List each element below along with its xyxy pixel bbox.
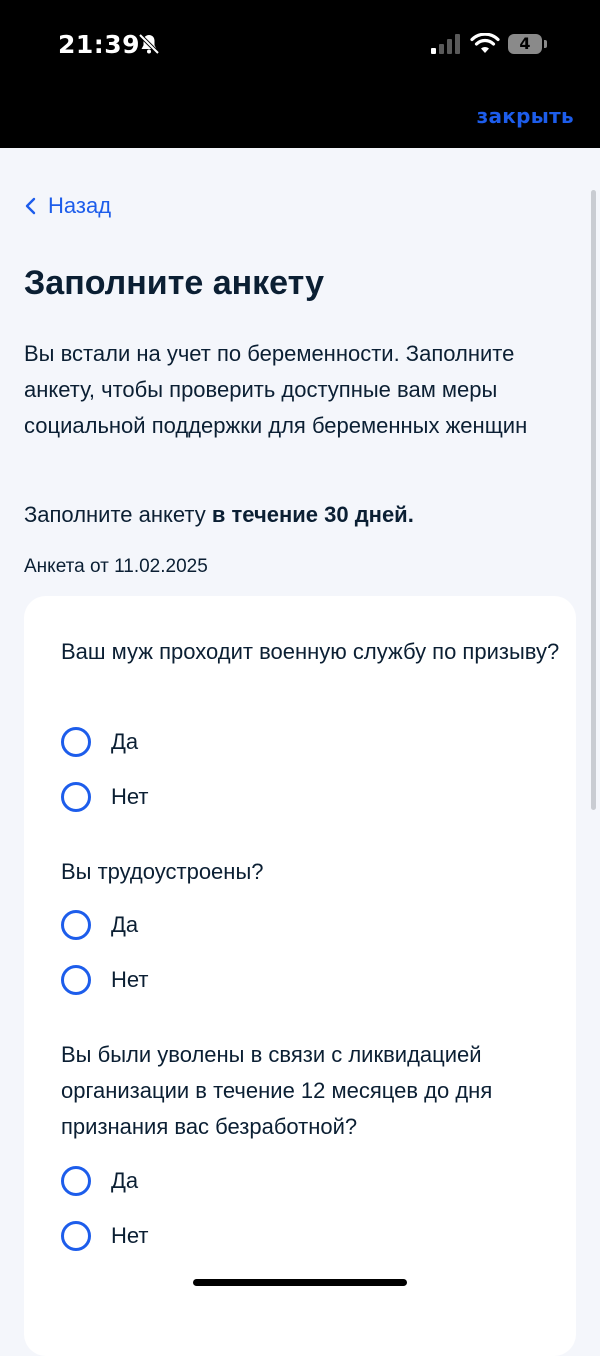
option-label: Нет xyxy=(111,1223,149,1248)
deadline-note: Заполните анкету в течение 30 дней. xyxy=(24,502,414,528)
question-3-option-yes[interactable]: Да xyxy=(61,1166,138,1196)
page-title: Заполните анкету xyxy=(24,264,325,302)
question-1: Ваш муж проходит военную службу по призы… xyxy=(61,639,560,664)
status-bar: 21:39 4 закрыть xyxy=(0,0,600,148)
scrollbar[interactable] xyxy=(591,190,596,810)
option-label: Да xyxy=(111,912,139,937)
question-1-option-yes[interactable]: Да xyxy=(61,727,138,757)
wifi-icon xyxy=(470,33,500,53)
question-3-option-no[interactable]: Нет xyxy=(61,1221,148,1251)
radio-button[interactable] xyxy=(61,965,91,995)
option-label: Да xyxy=(111,729,139,754)
question-2-option-yes[interactable]: Да xyxy=(61,910,138,940)
question-1-option-no[interactable]: Нет xyxy=(61,782,148,812)
back-label: Назад xyxy=(48,193,112,218)
form-date: Анкета от 11.02.2025 xyxy=(24,556,208,577)
battery-tip xyxy=(544,40,547,48)
bell-slash-icon xyxy=(138,33,160,55)
question-3: Вы были уволены в связи с ликвидацией ор… xyxy=(61,1042,493,1139)
radio-button[interactable] xyxy=(61,782,91,812)
home-indicator[interactable] xyxy=(193,1279,407,1286)
chevron-left-icon xyxy=(25,197,36,215)
radio-button[interactable] xyxy=(61,1166,91,1196)
option-label: Нет xyxy=(111,967,149,992)
back-button[interactable]: Назад xyxy=(24,193,111,219)
status-time: 21:39 xyxy=(58,30,141,59)
radio-button[interactable] xyxy=(61,910,91,940)
close-button[interactable]: закрыть xyxy=(477,104,574,128)
deadline-bold: в течение 30 дней. xyxy=(211,502,414,527)
signal-icon xyxy=(431,34,460,54)
question-2: Вы трудоустроены? xyxy=(61,859,264,884)
battery-level: 4 xyxy=(519,34,531,53)
page-description: Вы встали на учет по беременности. Запол… xyxy=(24,341,528,438)
battery-icon: 4 xyxy=(508,34,542,54)
radio-button[interactable] xyxy=(61,727,91,757)
option-label: Да xyxy=(111,1168,139,1193)
question-2-option-no[interactable]: Нет xyxy=(61,965,148,995)
deadline-prefix: Заполните анкету xyxy=(24,502,212,527)
option-label: Нет xyxy=(111,784,149,809)
radio-button[interactable] xyxy=(61,1221,91,1251)
